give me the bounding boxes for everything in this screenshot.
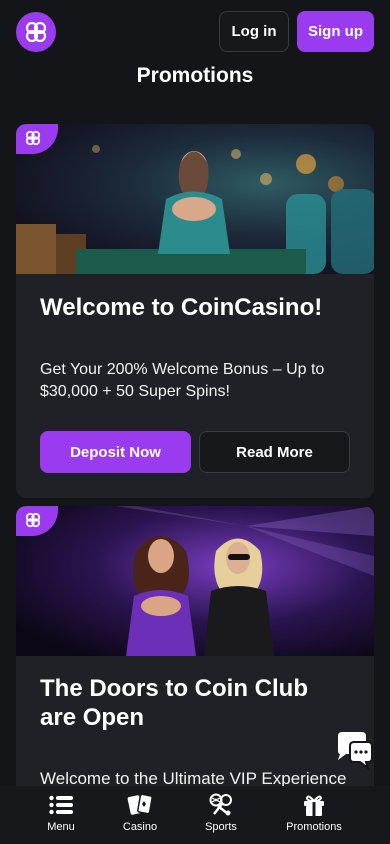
bottom-navigation: Menu Casino Sports Promotions [0, 786, 390, 844]
gift-icon [301, 792, 327, 818]
nav-item-promotions[interactable]: Promotions [282, 792, 346, 833]
coincasino-logo[interactable] [16, 12, 56, 52]
nav-item-sports[interactable]: Sports [194, 792, 248, 833]
promotion-banner-image [16, 124, 374, 274]
promotion-banner-image [16, 506, 374, 656]
top-header: Log in Sign up [0, 0, 390, 64]
deposit-now-button[interactable]: Deposit Now [40, 431, 191, 473]
cards-icon [127, 792, 153, 818]
nav-label: Promotions [286, 821, 342, 833]
promotion-description: Get Your 200% Welcome Bonus – Up to $30,… [40, 361, 325, 400]
promotion-title: Welcome to CoinCasino! [40, 294, 323, 321]
promotion-card-welcome: Welcome to CoinCasino! Get Your 200% Wel… [16, 124, 374, 498]
promotion-title: The Doors to Coin Club are Open [40, 675, 308, 731]
read-more-button[interactable]: Read More [199, 431, 350, 473]
logo-icon [25, 21, 47, 43]
nav-item-menu[interactable]: Menu [34, 792, 88, 833]
nav-item-casino[interactable]: Casino [113, 792, 167, 833]
page-title: Promotions [136, 64, 254, 87]
signup-button[interactable]: Sign up [297, 11, 374, 52]
login-button[interactable]: Log in [219, 11, 289, 52]
logo-icon [25, 512, 41, 528]
chat-icon [338, 732, 373, 771]
menu-icon [48, 792, 74, 818]
sports-icon [208, 792, 234, 818]
logo-icon [25, 130, 41, 146]
nav-label: Casino [122, 821, 158, 833]
nav-label: Menu [47, 821, 75, 833]
nav-label: Sports [205, 821, 237, 833]
chat-button[interactable] [332, 728, 376, 772]
